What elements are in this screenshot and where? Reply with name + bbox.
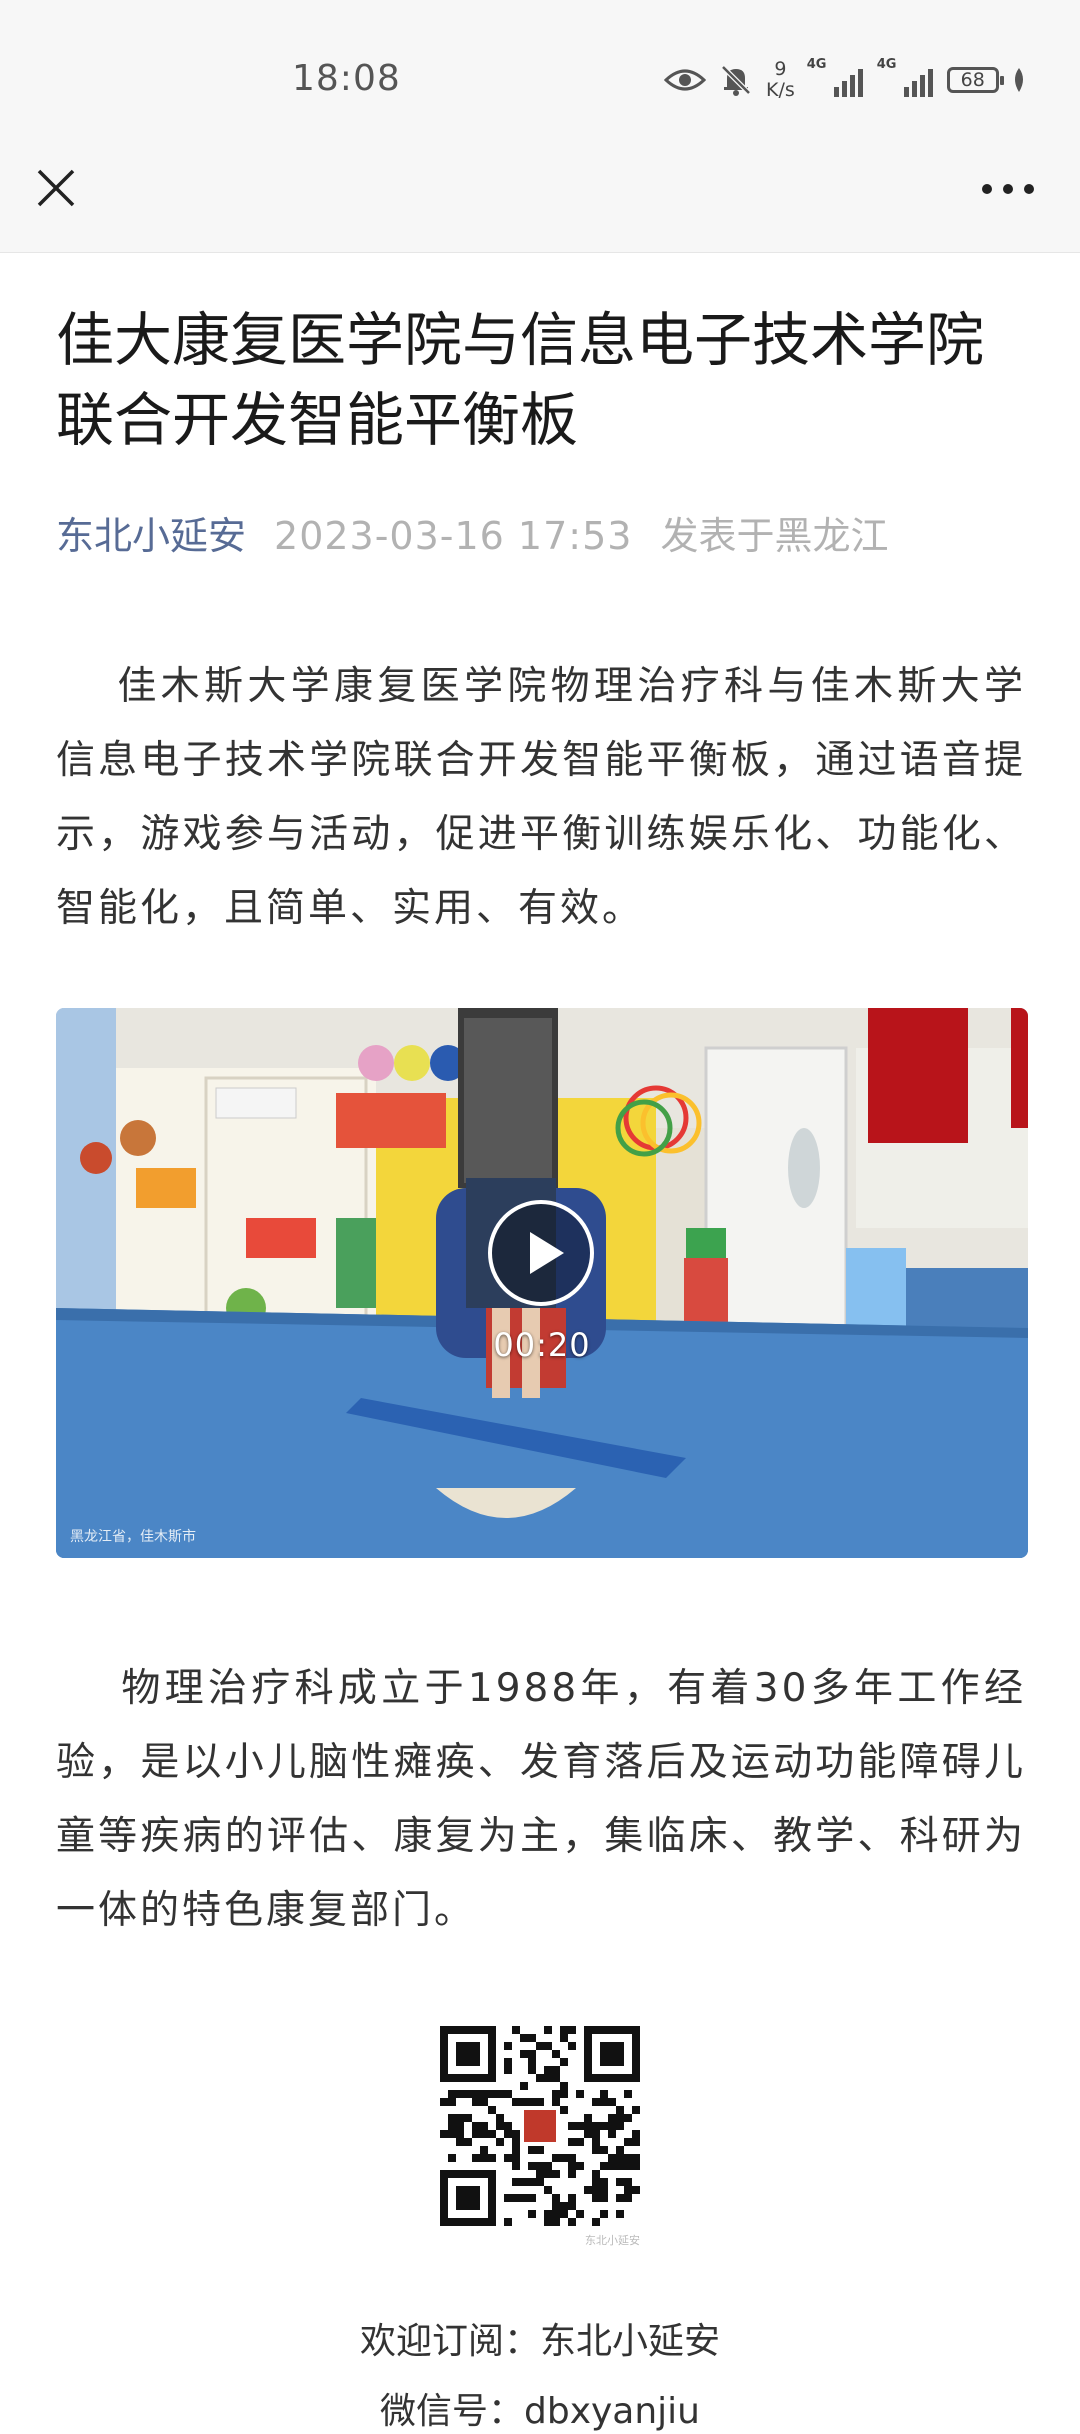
- leaf-icon: [1011, 67, 1027, 93]
- more-icon: [982, 184, 1034, 194]
- battery-level: 68: [960, 69, 985, 91]
- qr-caption: 东北小延安: [585, 2234, 640, 2247]
- article-meta: 东北小延安 2023-03-16 17:53 发表于黑龙江: [56, 510, 888, 562]
- close-button[interactable]: [28, 160, 84, 216]
- more-button[interactable]: [976, 165, 1040, 213]
- signal-2-label: 4G: [876, 57, 897, 72]
- publish-location: 发表于黑龙江: [660, 514, 889, 558]
- publish-date: 2023-03-16 17:53: [274, 514, 633, 558]
- eye-icon: [664, 66, 706, 94]
- video-watermark: 黑龙江省，佳木斯市: [70, 1529, 196, 1545]
- status-icons: 9 K/s 4G 4G 68: [664, 56, 1039, 104]
- video-duration: 00:20: [493, 1326, 591, 1364]
- qr-code-image: [440, 2026, 640, 2226]
- signal-icon: 4G: [807, 57, 863, 97]
- author-link[interactable]: 东北小延安: [56, 514, 246, 558]
- status-bar: 18:08 9 K/s 4G 4G 68: [0, 0, 1080, 150]
- bell-muted-icon: [718, 62, 754, 98]
- net-speed-unit: K/s: [766, 79, 795, 101]
- signal-icon-2: 4G: [877, 57, 933, 97]
- net-speed: 9 K/s: [766, 59, 795, 101]
- status-time: 18:08: [292, 58, 401, 99]
- qr-code: 东北小延安: [440, 2026, 640, 2247]
- paragraph-2: 物理治疗科成立于1988年，有着30多年工作经验，是以小儿脑性瘫痪、发育落后及运…: [56, 1652, 1026, 1948]
- close-icon: [37, 169, 75, 207]
- paragraph-2-text: 物理治疗科成立于1988年，有着30多年工作经验，是以小儿脑性瘫痪、发育落后及运…: [56, 1666, 1026, 1933]
- article-title: 佳大康复医学院与信息电子技术学院联合开发智能平衡板: [56, 306, 985, 454]
- paragraph-1-text: 佳木斯大学康复医学院物理治疗科与佳木斯大学信息电子技术学院联合开发智能平衡板，通…: [56, 664, 1026, 931]
- play-icon: [488, 1200, 594, 1306]
- wechat-id: 微信号：dbxyanjiu: [379, 2391, 700, 2432]
- play-button[interactable]: [486, 1198, 596, 1308]
- video-player[interactable]: 00:20 黑龙江省，佳木斯市: [56, 1008, 1028, 1558]
- signal-1-label: 4G: [806, 57, 827, 72]
- nav-bar: [0, 150, 1080, 253]
- net-speed-value: 9: [774, 58, 787, 80]
- paragraph-1: 佳木斯大学康复医学院物理治疗科与佳木斯大学信息电子技术学院联合开发智能平衡板，通…: [56, 650, 1026, 946]
- battery-icon: 68: [946, 67, 1004, 93]
- subscribe-text: 欢迎订阅：东北小延安: [359, 2321, 720, 2362]
